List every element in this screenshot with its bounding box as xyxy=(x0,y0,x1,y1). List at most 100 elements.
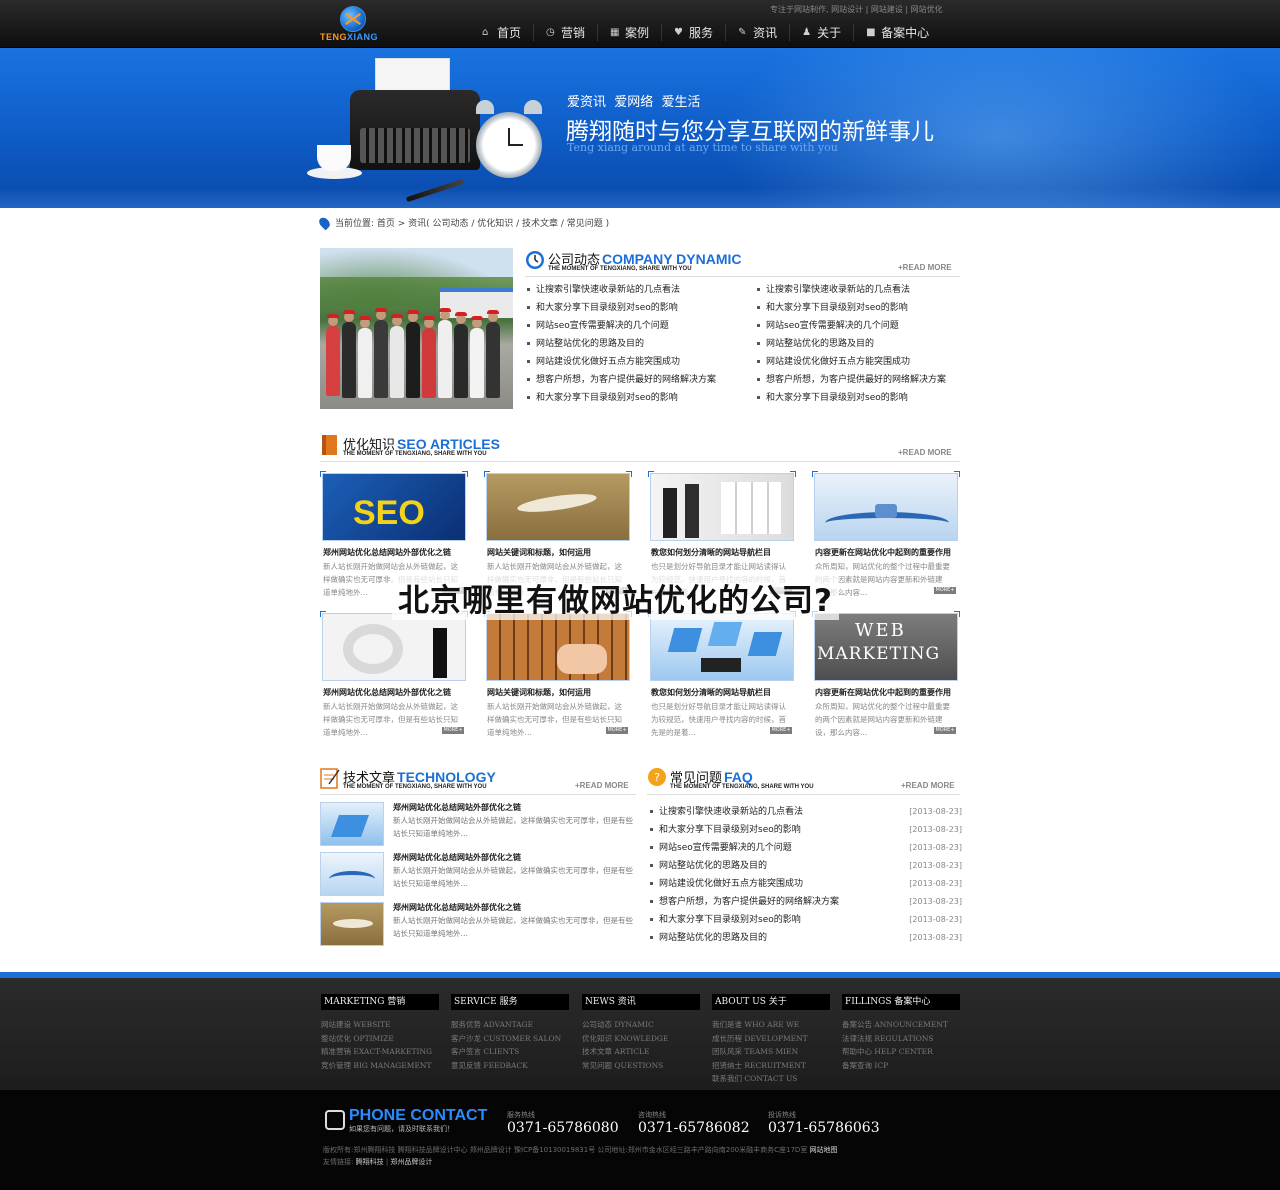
tech-article-title[interactable]: 郑州网站优化总结网站外部优化之链 xyxy=(393,902,521,913)
footer-link[interactable]: 备案查询 ICP xyxy=(842,1059,960,1073)
nav-news[interactable]: ✎ 资讯 xyxy=(725,24,789,41)
nav-cases[interactable]: ▦ 案例 xyxy=(597,24,661,41)
list-item[interactable]: 让搜索引擎快速收录新站的几点看法 xyxy=(757,281,946,299)
breadcrumb-text[interactable]: 当前位置: 首页 > 资讯( 公司动态 / 优化知识 / 技术文章 / 常见问题… xyxy=(335,216,609,229)
faq-item[interactable]: 网站建设优化做好五点方能突围成功 [2013-08-23] xyxy=(650,875,962,893)
list-item[interactable]: 网站整站优化的思路及目的 xyxy=(757,335,946,353)
list-item[interactable]: 想客户所想，为客户提供最好的网络解决方案 xyxy=(527,371,716,389)
list-item[interactable]: 和大家分享下目录级别对seo的影响 xyxy=(527,299,716,317)
footer-link[interactable]: 意见反馈 FEEDBACK xyxy=(451,1059,569,1073)
list-item[interactable]: 和大家分享下目录级别对seo的影响 xyxy=(757,299,946,317)
footer-link[interactable]: 服务优势 ADVANTAGE xyxy=(451,1018,569,1032)
footer-link[interactable]: 客户签言 CLIENTS xyxy=(451,1045,569,1059)
faq-item[interactable]: 和大家分享下目录级别对seo的影响 [2013-08-23] xyxy=(650,911,962,929)
footer-link[interactable]: 整站优化 OPTIMIZE xyxy=(321,1032,439,1046)
faq-item[interactable]: 想客户所想，为客户提供最好的网络解决方案 [2013-08-23] xyxy=(650,893,962,911)
footer-link[interactable]: 成长历程 DEVELOPMENT xyxy=(712,1032,830,1046)
more-badge[interactable]: MORE+ xyxy=(770,727,792,734)
footer-link[interactable]: 网站建设 WEBSITE xyxy=(321,1018,439,1032)
globe-logo-icon xyxy=(340,6,366,32)
more-badge[interactable]: MORE+ xyxy=(934,587,956,594)
more-badge[interactable]: MORE+ xyxy=(934,727,956,734)
footer-link[interactable]: 联系我们 CONTACT US xyxy=(712,1072,830,1086)
list-item[interactable]: 网站seo宣传需要解决的几个问题 xyxy=(757,317,946,335)
footer-link[interactable]: 客户沙龙 CUSTOMER SALON xyxy=(451,1032,569,1046)
more-badge[interactable]: MORE+ xyxy=(606,727,628,734)
complaint-hotline: 投诉热线 0371-65786063 xyxy=(768,1111,880,1136)
tech-article-thumb xyxy=(320,902,384,946)
seo-card-title[interactable]: 教您如何划分清晰的网站导航栏目 xyxy=(651,547,771,558)
seo-card-title[interactable]: 内容更新在网站优化中起到的重要作用 xyxy=(815,687,951,698)
footer-link[interactable]: 公司动态 DYNAMIC xyxy=(582,1018,700,1032)
divider xyxy=(320,794,636,795)
faq-item[interactable]: 和大家分享下目录级别对seo的影响 [2013-08-23] xyxy=(650,821,962,839)
seo-card-desc: 众所周知，网站优化的整个过程中最重要的两个因素就是网站内容更新和外链建设，那么内… xyxy=(815,702,950,737)
seo-card-title[interactable]: 郑州网站优化总结网站外部优化之链 xyxy=(323,547,451,558)
list-item[interactable]: 网站整站优化的思路及目的 xyxy=(527,335,716,353)
list-item[interactable]: 网站建设优化做好五点方能突围成功 xyxy=(527,353,716,371)
footer-link[interactable]: 备案公告 ANNOUNCEMENT xyxy=(842,1018,960,1032)
tech-article[interactable]: 郑州网站优化总结网站外部优化之链 新人站长刚开始做网站会从外链做起，这样做确实也… xyxy=(320,852,636,898)
nav-filing-center[interactable]: ■ 备案中心 xyxy=(853,24,941,41)
nav-service[interactable]: ♥ 服务 xyxy=(661,24,725,41)
tech-article-title[interactable]: 郑州网站优化总结网站外部优化之链 xyxy=(393,852,521,863)
seo-card-title[interactable]: 网站关键词和标题，如何运用 xyxy=(487,687,591,698)
seo-card-title[interactable]: 郑州网站优化总结网站外部优化之链 xyxy=(323,687,451,698)
list-item[interactable]: 和大家分享下目录级别对seo的影响 xyxy=(757,389,946,407)
tech-article[interactable]: 郑州网站优化总结网站外部优化之链 新人站长刚开始做网站会从外链做起，这样做确实也… xyxy=(320,802,636,848)
technology-title-en: TECHNOLOGY xyxy=(397,769,496,785)
more-badge[interactable]: MORE+ xyxy=(442,727,464,734)
svg-text:?: ? xyxy=(654,771,660,784)
seo-card[interactable]: 郑州网站优化总结网站外部优化之链 新人站长刚开始做网站会从外链做起，这样做确实也… xyxy=(320,611,468,741)
footer-link[interactable]: 精准营销 EXACT-MARKETING xyxy=(321,1045,439,1059)
footer-link[interactable]: 招贤纳士 RECRUITMENT xyxy=(712,1059,830,1073)
seo-card[interactable]: 网站关键词和标题，如何运用 新人站长刚开始做网站会从外链做起，这样做确实也无可厚… xyxy=(484,611,632,741)
friend-link[interactable]: 郑州品牌设计 xyxy=(390,1158,432,1166)
footer-col-title: NEWS 资讯 xyxy=(582,994,700,1010)
footer-link[interactable]: 我们是谁 WHO ARE WE xyxy=(712,1018,830,1032)
nav-marketing[interactable]: ◷ 营销 xyxy=(533,24,597,41)
seo-card-title[interactable]: 网站关键词和标题，如何运用 xyxy=(487,547,591,558)
clock-icon: ◷ xyxy=(546,26,555,38)
list-item[interactable]: 和大家分享下目录级别对seo的影响 xyxy=(527,389,716,407)
footer-link[interactable]: 法律法规 REGULATIONS xyxy=(842,1032,960,1046)
seo-read-more-link[interactable]: +READ MORE xyxy=(898,448,952,457)
technology-read-more-link[interactable]: +READ MORE xyxy=(575,781,629,790)
tech-article-title[interactable]: 郑州网站优化总结网站外部优化之链 xyxy=(393,802,521,813)
company-team-photo[interactable] xyxy=(320,248,513,409)
list-item[interactable]: 让搜索引擎快速收录新站的几点看法 xyxy=(527,281,716,299)
seo-card-title[interactable]: 教您如何划分清晰的网站导航栏目 xyxy=(651,687,771,698)
friend-link[interactable]: 腾翔科技 xyxy=(356,1158,384,1166)
faq-read-more-link[interactable]: +READ MORE xyxy=(901,781,955,790)
top-links[interactable]: 专注于网站制作, 网站设计 | 网站建设 | 网站优化 xyxy=(770,4,943,15)
footer-link[interactable]: 团队风采 TEAMS MIEN xyxy=(712,1045,830,1059)
company-read-more-link[interactable]: +READ MORE xyxy=(898,263,952,272)
footer-contact-area xyxy=(0,1090,1280,1190)
service-hotline: 服务热线 0371-65786080 xyxy=(507,1111,619,1136)
faq-subtitle: THE MOMENT OF TENGXIANG, SHARE WITH YOU xyxy=(670,784,814,790)
list-item[interactable]: 网站建设优化做好五点方能突围成功 xyxy=(757,353,946,371)
seo-card-desc: 也只是划分好导航目录才能让网站读得认为较规范，快速用户寻找内容的时候，首先是的是… xyxy=(651,702,786,737)
list-item[interactable]: 想客户所想，为客户提供最好的网络解决方案 xyxy=(757,371,946,389)
list-item[interactable]: 网站seo宣传需要解决的几个问题 xyxy=(527,317,716,335)
footer-link[interactable]: 优化知识 KNOWLEDGE xyxy=(582,1032,700,1046)
seo-card[interactable]: WEB MARKETING 内容更新在网站优化中起到的重要作用 众所周知，网站优… xyxy=(812,611,960,741)
divider xyxy=(525,276,960,277)
heart-icon: ♥ xyxy=(674,26,684,38)
logo[interactable]: TENGXIANG xyxy=(320,6,390,44)
faq-item[interactable]: 网站seo宣传需要解决的几个问题 [2013-08-23] xyxy=(650,839,962,857)
faq-item[interactable]: 网站整站优化的思路及目的 [2013-08-23] xyxy=(650,857,962,875)
seo-card[interactable]: 教您如何划分清晰的网站导航栏目 也只是划分好导航目录才能让网站读得认为较规范，快… xyxy=(648,611,796,741)
seo-card-title[interactable]: 内容更新在网站优化中起到的重要作用 xyxy=(815,547,951,558)
footer-link[interactable]: 竞价管理 BIG MANAGEMENT xyxy=(321,1059,439,1073)
nav-home[interactable]: ⌂ 首页 xyxy=(470,24,533,41)
nav-about[interactable]: ♟ 关于 xyxy=(789,24,853,41)
footer-link[interactable]: 帮助中心 HELP CENTER xyxy=(842,1045,960,1059)
breadcrumb: 当前位置: 首页 > 资讯( 公司动态 / 优化知识 / 技术文章 / 常见问题… xyxy=(317,215,609,230)
faq-item[interactable]: 让搜索引擎快速收录新站的几点看法 [2013-08-23] xyxy=(650,803,962,821)
tech-article[interactable]: 郑州网站优化总结网站外部优化之链 新人站长刚开始做网站会从外链做起，这样做确实也… xyxy=(320,902,636,948)
footer-link[interactable]: 技术文章 ARTICLE xyxy=(582,1045,700,1059)
faq-item[interactable]: 网站整站优化的思路及目的 [2013-08-23] xyxy=(650,929,962,947)
sitemap-link[interactable]: 网站地图 xyxy=(810,1146,838,1154)
footer-link[interactable]: 常见问题 QUESTIONS xyxy=(582,1059,700,1073)
